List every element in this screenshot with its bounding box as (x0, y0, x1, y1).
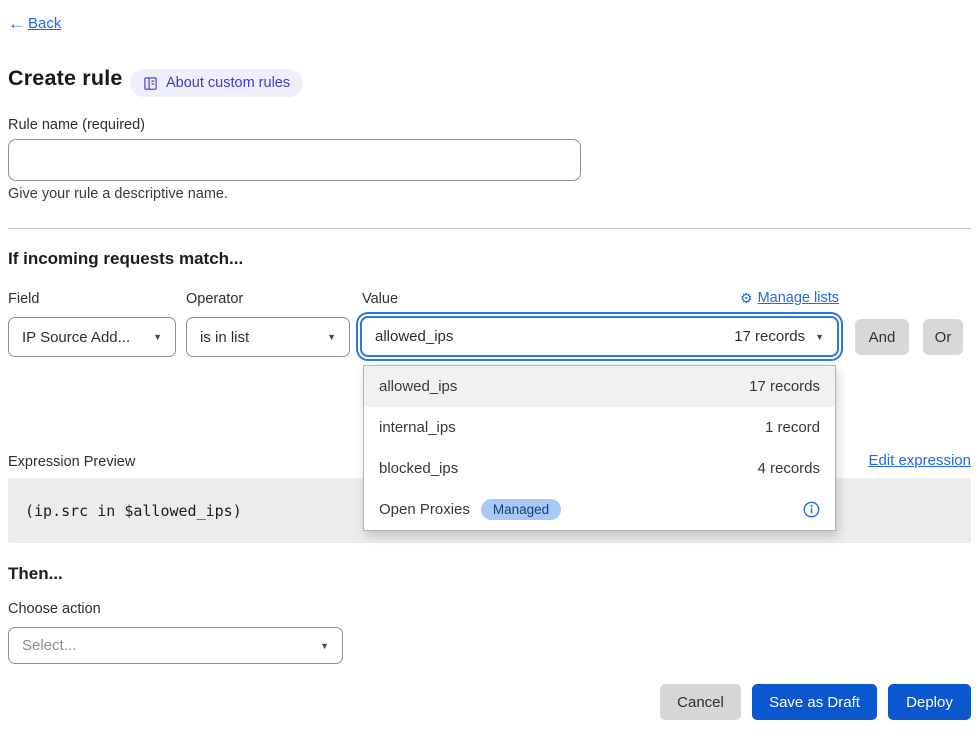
managed-badge: Managed (481, 499, 561, 520)
edit-expression-link[interactable]: Edit expression (868, 452, 971, 469)
then-section-heading: Then... (8, 564, 63, 584)
or-button[interactable]: Or (923, 319, 963, 355)
and-button[interactable]: And (855, 319, 909, 355)
manage-lists-link[interactable]: ⚙ Manage lists (740, 290, 839, 306)
operator-select-value: is in list (200, 329, 249, 346)
book-icon (143, 76, 158, 91)
chevron-down-icon: ▼ (327, 332, 336, 342)
expression-preview-label: Expression Preview (8, 454, 135, 470)
save-as-draft-button[interactable]: Save as Draft (752, 684, 877, 720)
dropdown-option-allowed-ips[interactable]: allowed_ips 17 records (364, 366, 835, 407)
choose-action-label: Choose action (8, 601, 101, 617)
operator-label: Operator (186, 291, 243, 307)
rule-name-input[interactable] (8, 139, 581, 181)
value-label: Value (362, 291, 398, 307)
chevron-down-icon: ▼ (815, 332, 824, 342)
option-name: internal_ips (379, 419, 456, 436)
option-name: blocked_ips (379, 460, 458, 477)
rule-name-helper-text: Give your rule a descriptive name. (8, 186, 228, 202)
value-dropdown-panel: allowed_ips 17 records internal_ips 1 re… (363, 365, 836, 531)
field-label: Field (8, 291, 39, 307)
field-select[interactable]: IP Source Add... ▼ (8, 317, 176, 357)
back-link[interactable]: ← Back (8, 15, 61, 32)
about-badge-label: About custom rules (166, 75, 290, 91)
about-custom-rules-link[interactable]: About custom rules (130, 69, 303, 97)
dropdown-option-blocked-ips[interactable]: blocked_ips 4 records (364, 448, 835, 489)
cancel-button[interactable]: Cancel (660, 684, 741, 720)
rule-name-label: Rule name (required) (8, 117, 145, 133)
option-name: Open Proxies (379, 501, 470, 518)
value-select-value: allowed_ips (375, 328, 453, 345)
option-name: allowed_ips (379, 378, 457, 395)
value-select-record-count: 17 records (734, 328, 805, 345)
chevron-down-icon: ▼ (320, 641, 329, 651)
dropdown-option-open-proxies[interactable]: Open Proxies Managed (364, 489, 835, 530)
operator-select[interactable]: is in list ▼ (186, 317, 350, 357)
match-section-heading: If incoming requests match... (8, 249, 243, 269)
field-select-value: IP Source Add... (22, 329, 130, 346)
dropdown-option-internal-ips[interactable]: internal_ips 1 record (364, 407, 835, 448)
option-record-count: 17 records (749, 378, 820, 395)
value-select[interactable]: allowed_ips 17 records ▼ (360, 316, 839, 357)
section-divider (8, 228, 971, 229)
option-record-count: 1 record (765, 419, 820, 436)
option-record-count: 4 records (757, 460, 820, 477)
info-icon[interactable] (803, 501, 820, 518)
expression-code: (ip.src in $allowed_ips) (25, 502, 242, 520)
gear-icon: ⚙ (740, 291, 753, 305)
deploy-button[interactable]: Deploy (888, 684, 971, 720)
action-select-placeholder: Select... (22, 637, 76, 654)
action-select[interactable]: Select... ▼ (8, 627, 343, 664)
back-arrow-icon: ← (8, 15, 25, 32)
page-title: Create rule (8, 66, 123, 91)
chevron-down-icon: ▼ (153, 332, 162, 342)
manage-lists-label: Manage lists (758, 290, 839, 306)
back-link-label: Back (28, 15, 61, 32)
